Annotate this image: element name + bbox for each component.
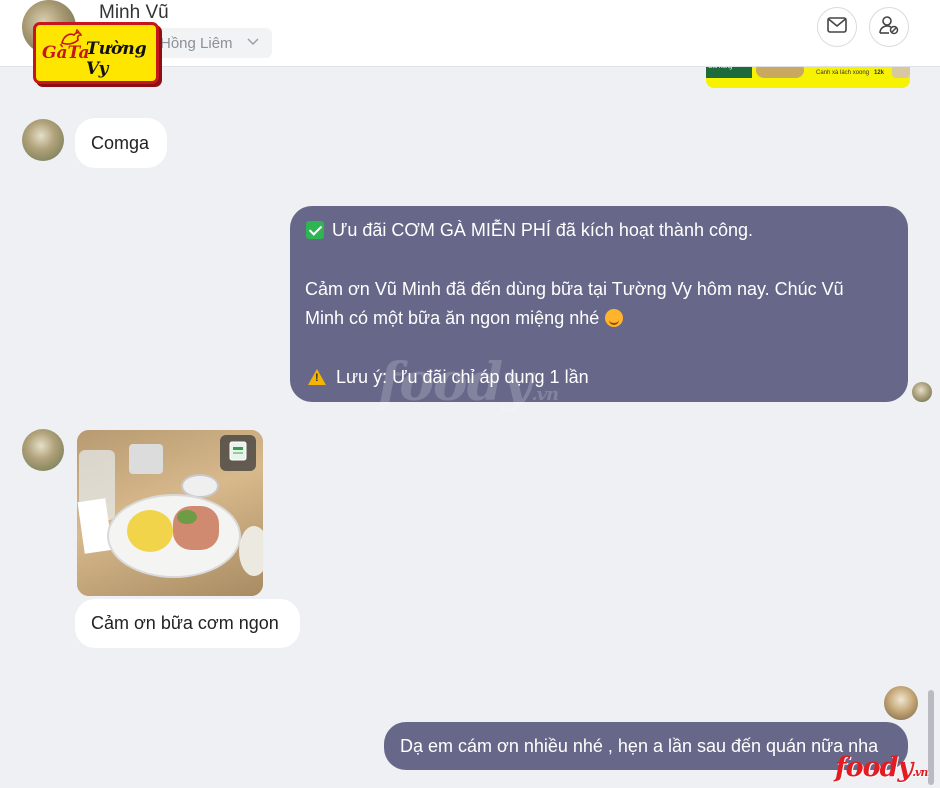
outgoing-message[interactable]: Dạ em cám ơn nhiều nhé , hẹn a lần sau đ… — [384, 722, 908, 770]
preview-price: 12k — [874, 70, 885, 76]
contact-avatar[interactable] — [22, 119, 64, 161]
message-text: Dạ em cám ơn nhiều nhé , hẹn a lần sau đ… — [400, 736, 879, 756]
smile-icon — [605, 309, 624, 327]
promo-line-3: Minh có một bữa ăn ngon miệng nhé — [305, 308, 624, 329]
warning-icon — [308, 369, 326, 385]
incoming-message[interactable]: Cảm ơn bữa cơm ngon — [75, 599, 300, 648]
foody-logo: foody.vn — [835, 752, 928, 783]
user-settings-icon — [878, 14, 900, 41]
foody-watermark: foody.vn — [378, 352, 559, 413]
sender-avatar — [912, 382, 932, 402]
message-text: Comga — [91, 133, 150, 153]
incoming-message[interactable]: Comga — [75, 118, 167, 168]
logo-brand-text: Tường Vy — [86, 39, 147, 79]
branch-select-value: Hồng Liêm — [160, 34, 233, 52]
promo-line-2: Cảm ơn Vũ Minh đã đến dùng bữa tại Tường… — [305, 279, 844, 299]
contact-avatar[interactable] — [22, 429, 64, 471]
logo-gata-text: GàTa — [42, 43, 90, 63]
brand-logo: GàTa Tường Vy — [33, 22, 159, 84]
preview-caption-right: Canh xà lách xoong — [816, 70, 870, 76]
promo-line-1: Ưu đãi CƠM GÀ MIỄN PHÍ đã kích hoạt thàn… — [306, 220, 753, 241]
branch-select[interactable]: Hồng Liêm — [150, 28, 272, 58]
mail-icon — [827, 16, 847, 38]
contact-name: Minh Vũ — [99, 2, 169, 23]
message-text: Cảm ơn bữa cơm ngon — [91, 613, 279, 633]
chevron-down-icon — [246, 34, 260, 51]
scrollbar[interactable] — [928, 690, 934, 785]
mail-button[interactable] — [817, 7, 857, 47]
user-settings-button[interactable] — [869, 7, 909, 47]
check-icon — [306, 221, 324, 239]
image-badge[interactable] — [220, 435, 256, 471]
image-icon — [228, 440, 248, 467]
sender-avatar[interactable] — [884, 686, 918, 720]
